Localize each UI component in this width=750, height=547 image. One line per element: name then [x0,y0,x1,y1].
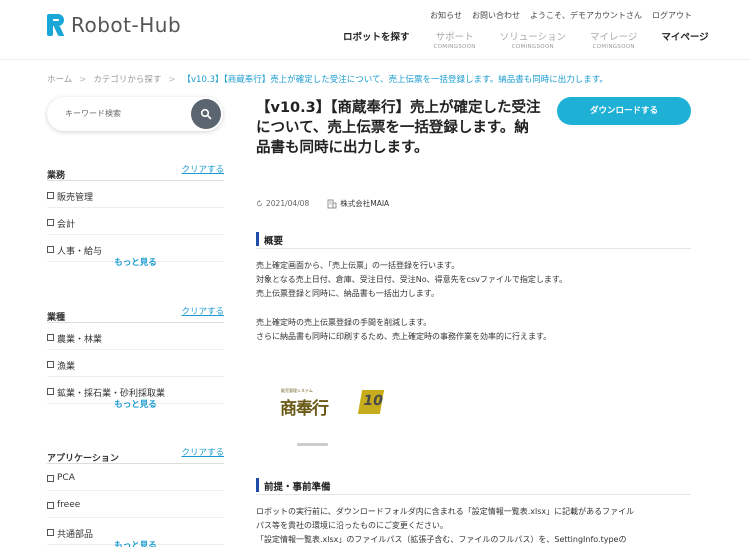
breadcrumb-home[interactable]: ホーム [47,75,72,85]
nav-find-robot[interactable]: ロボットを探す [343,29,410,50]
filter-title: 業務 [47,171,66,181]
breadcrumb: ホーム > カテゴリから探す > 【v10.3】【商蔵奉行】売上が確定した受注について、… [47,73,608,85]
link-logout[interactable]: ログアウト [652,10,692,21]
brand-logo[interactable]: Robot-Hub [47,12,181,38]
filter-option[interactable]: 農業・林業 [47,332,224,350]
chevron-right-icon: > [168,75,176,85]
nav-support: サポート COMINGSOON [433,32,476,50]
image-carousel-indicator[interactable] [297,443,328,446]
clear-button[interactable]: クリアする [181,305,224,317]
filter-industry: 業種 クリアする 農業・林業 漁業 鉱業・採石業・砂利採取業 もっと見る [47,305,224,410]
checkbox[interactable] [47,475,54,482]
publish-date: 2021/04/08 [256,199,309,208]
breadcrumb-category[interactable]: カテゴリから探す [93,75,161,85]
checkbox[interactable] [47,246,54,253]
welcome-user: ようこそ、デモアカウントさん [530,11,642,20]
nav-mypage[interactable]: マイページ [661,29,708,50]
overview-heading: 概要 [256,231,691,249]
clear-button[interactable]: クリアする [181,446,224,458]
overview-text-1: 売上確定画面から、「売上伝票」の一括登録を行います。 対象となる売上日付、倉庫、… [256,261,568,298]
robot-hub-logo-icon [47,14,65,36]
filter-option[interactable]: 漁業 [47,359,224,377]
filter-title: アプリケーション [47,454,119,464]
site-header: Robot-Hub お知らせ お問い合わせ ようこそ、デモアカウントさん ログア… [0,0,750,60]
show-more-button[interactable]: もっと見る [47,539,224,547]
link-news[interactable]: お知らせ [430,10,462,21]
clear-button[interactable]: クリアする [181,163,224,175]
checkbox[interactable] [47,219,54,226]
nav-solution: ソリューション COMINGSOON [499,32,567,50]
refresh-icon [256,200,263,207]
nav-mileage: マイレージ COMINGSOON [590,32,638,50]
filter-option[interactable]: freee [47,500,224,518]
prerequisites-heading: 前提・事前準備 [256,477,691,495]
checkbox[interactable] [47,388,54,395]
product-title: 【v10.3】【商蔵奉行】売上が確定した受注について、売上伝票を一括登録します。… [256,100,541,156]
link-contact[interactable]: お問い合わせ [472,10,520,21]
breadcrumb-current: 【v10.3】【商蔵奉行】売上が確定した受注について、売上伝票を一括登録します。… [182,75,608,85]
filter-option[interactable]: PCA [47,473,224,491]
company-name[interactable]: 株式会社MAIA [327,198,389,209]
filter-application: アプリケーション クリアする PCA freee 共通部品 もっと見る [47,446,224,547]
download-button[interactable]: ダウンロードする [557,97,691,125]
search-icon [200,108,212,120]
chevron-right-icon: > [79,75,87,85]
main-nav: ロボットを探す サポート COMINGSOON ソリューション COMINGSOON… [343,29,733,50]
filter-option[interactable]: 販売管理 [47,190,224,208]
show-more-button[interactable]: もっと見る [47,256,224,268]
utility-nav: お知らせ お問い合わせ ようこそ、デモアカウントさん ログアウト [430,10,692,21]
checkbox[interactable] [47,361,54,368]
show-more-button[interactable]: もっと見る [47,398,224,410]
product-meta: 2021/04/08 株式会社MAIA [256,198,389,209]
filter-option[interactable]: 会計 [47,217,224,235]
filter-title: 業種 [47,313,66,323]
search-button[interactable] [191,99,221,129]
checkbox[interactable] [47,502,54,509]
checkbox[interactable] [47,529,54,536]
search-input[interactable]: キーワード検索 [65,108,121,119]
keyword-search: キーワード検索 [47,97,223,131]
brand-name: Robot-Hub [71,13,182,37]
checkbox[interactable] [47,334,54,341]
shobugyo-product-logo: 販売管理システム 商奉行 10 [280,388,385,419]
checkbox[interactable] [47,192,54,199]
prerequisites-text: ロボットの実行前に、ダウンロードフォルダ内に含まれる「設定情報一覧表.xlsx」… [256,507,635,544]
overview-text-2: 売上確定時の売上伝票登録の手間を削減します。 さらに納品書も同時に印刷するため、… [256,318,552,341]
building-icon [327,199,337,208]
filter-business: 業務 クリアする 販売管理 会計 人事・給与 もっと見る [47,163,224,268]
